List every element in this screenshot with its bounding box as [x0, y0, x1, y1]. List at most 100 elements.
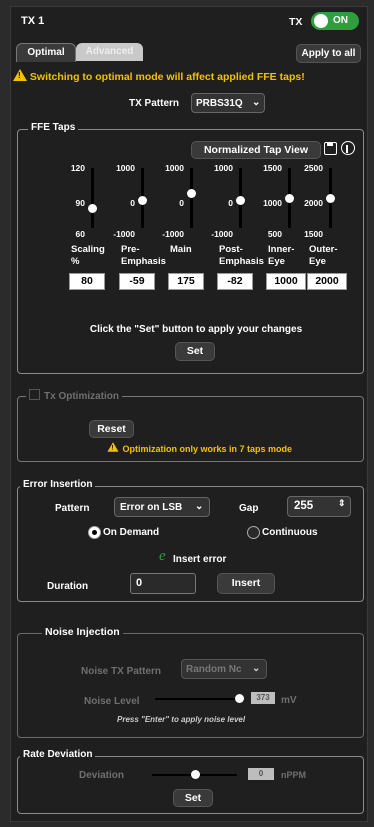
tick-label: 2000: [304, 198, 323, 208]
deviation-label: Deviation: [79, 770, 125, 781]
tick-label: 1000: [116, 163, 135, 173]
pattern-label: Pattern: [55, 503, 90, 514]
tick-label: 90: [75, 198, 85, 208]
deviation-value: 0: [248, 768, 274, 780]
mode-warning: Switching to optimal mode will affect ap…: [13, 69, 367, 83]
noise-level-value: 373: [251, 692, 275, 704]
tap-name: Scaling: [71, 244, 105, 255]
tick-label: -1000: [162, 229, 184, 239]
tap-name: Main: [170, 244, 192, 255]
tab-optimal[interactable]: Optimal: [16, 43, 76, 62]
tick-label: 1000: [165, 163, 184, 173]
tap-slider[interactable]: [91, 168, 94, 228]
noise-tx-pattern-label: Noise TX Pattern: [81, 666, 162, 677]
noise-level-slider[interactable]: [155, 698, 243, 700]
tx-optimization-legend: Tx Optimization: [26, 389, 122, 402]
tick-label: 60: [75, 229, 85, 239]
gap-value: 255: [294, 500, 314, 512]
tx-panel: TX 1 TX ON Optimal Advanced Apply to all…: [10, 6, 368, 822]
tab-advanced[interactable]: Advanced: [76, 43, 143, 61]
tx-pattern-select[interactable]: PRBS31Q ⌄: [191, 93, 265, 113]
continuous-radio[interactable]: [247, 526, 260, 539]
error-insertion-legend: Error Insertion: [20, 479, 96, 490]
tick-label: -1000: [113, 229, 135, 239]
tx-optimization-checkbox[interactable]: [29, 389, 40, 400]
noise-pattern-select[interactable]: Random Nc ⌄: [181, 659, 267, 679]
tap-name: Outer-: [309, 244, 338, 255]
ffe-taps-legend: FFE Taps: [28, 122, 79, 133]
noise-note: Press "Enter" to apply noise level: [117, 715, 246, 724]
reset-button[interactable]: Reset: [89, 420, 134, 438]
tx-label: TX: [289, 16, 303, 28]
tap-value-input[interactable]: 175: [168, 273, 204, 290]
optimization-note: Optimization only works in 7 taps mode: [106, 441, 292, 454]
set-instruction: Click the "Set" button to apply your cha…: [89, 324, 303, 335]
tick-label: 0: [130, 198, 135, 208]
on-demand-label: On Demand: [103, 527, 160, 538]
chevron-down-icon: ⌄: [252, 97, 261, 108]
tap-slider-knob[interactable]: [138, 195, 147, 205]
tick-label: 500: [267, 229, 282, 239]
noise-injection-legend: Noise Injection: [42, 626, 123, 638]
toggle-state: ON: [333, 15, 348, 26]
noise-level-unit: mV: [281, 695, 297, 706]
gap-spinbox[interactable]: 255 ⇕: [287, 496, 351, 517]
rate-deviation-legend: Rate Deviation: [20, 749, 96, 760]
insert-button[interactable]: Insert: [217, 573, 275, 594]
tick-label: 0: [179, 198, 184, 208]
toggle-knob: [314, 14, 328, 28]
tick-label: 1000: [263, 198, 282, 208]
tx-pattern-label: TX Pattern: [129, 98, 180, 109]
on-demand-radio[interactable]: [88, 526, 101, 539]
insert-error-icon: e: [159, 548, 166, 564]
normalized-tap-view-button[interactable]: Normalized Tap View: [191, 141, 321, 159]
tap-name: Post-: [219, 244, 243, 255]
chevron-down-icon: ⌄: [195, 501, 204, 512]
error-pattern-value: Error on LSB: [120, 502, 183, 513]
tap-value-input[interactable]: -59: [119, 273, 155, 290]
warning-icon: [107, 442, 119, 452]
tap-name-sub: Eye: [268, 256, 285, 267]
tap-name: Inner-: [268, 244, 295, 255]
noise-level-label: Noise Level: [84, 696, 140, 707]
tx-toggle[interactable]: ON: [311, 12, 359, 30]
noise-level-knob[interactable]: [234, 694, 244, 703]
insert-error-label: Insert error: [173, 554, 227, 565]
duration-label: Duration: [47, 581, 89, 592]
tap-slider-knob[interactable]: [285, 194, 294, 203]
tap-value-input[interactable]: 2000: [307, 273, 347, 290]
tap-name: Pre-: [121, 244, 140, 255]
tap-slider[interactable]: [190, 168, 193, 228]
warning-icon: [13, 69, 27, 81]
tap-value-input[interactable]: 80: [69, 273, 105, 290]
spinner-arrows-icon[interactable]: ⇕: [338, 498, 346, 509]
tap-value-input[interactable]: -82: [217, 273, 253, 290]
tap-name-sub: Emphasis: [219, 256, 264, 267]
tick-label: 2500: [304, 163, 323, 173]
deviation-unit: nPPM: [281, 770, 307, 780]
save-icon[interactable]: [324, 142, 337, 155]
rate-set-button[interactable]: Set: [173, 789, 213, 807]
continuous-label: Continuous: [262, 527, 318, 538]
tap-name-sub: Eye: [309, 256, 326, 267]
chevron-down-icon: ⌄: [252, 663, 261, 674]
load-icon[interactable]: [341, 141, 355, 155]
tick-label: -1000: [211, 229, 233, 239]
panel-title: TX 1: [21, 15, 45, 27]
tap-value-input[interactable]: 1000: [266, 273, 306, 290]
tick-label: 1500: [304, 229, 323, 239]
tick-label: 120: [70, 163, 85, 173]
apply-to-all-button[interactable]: Apply to all: [296, 44, 361, 63]
gap-label: Gap: [239, 503, 259, 514]
tap-name-sub: %: [71, 256, 80, 267]
ffe-set-button[interactable]: Set: [175, 342, 215, 361]
tick-label: 0: [228, 198, 233, 208]
tap-slider-knob[interactable]: [187, 188, 196, 198]
deviation-knob[interactable]: [190, 770, 200, 779]
tx-pattern-value: PRBS31Q: [196, 98, 243, 109]
duration-input[interactable]: 0: [130, 573, 196, 594]
warning-text: Switching to optimal mode will affect ap…: [29, 71, 305, 83]
tap-slider-knob[interactable]: [326, 194, 335, 203]
tick-label: 1000: [214, 163, 233, 173]
error-pattern-select[interactable]: Error on LSB ⌄: [114, 497, 210, 517]
